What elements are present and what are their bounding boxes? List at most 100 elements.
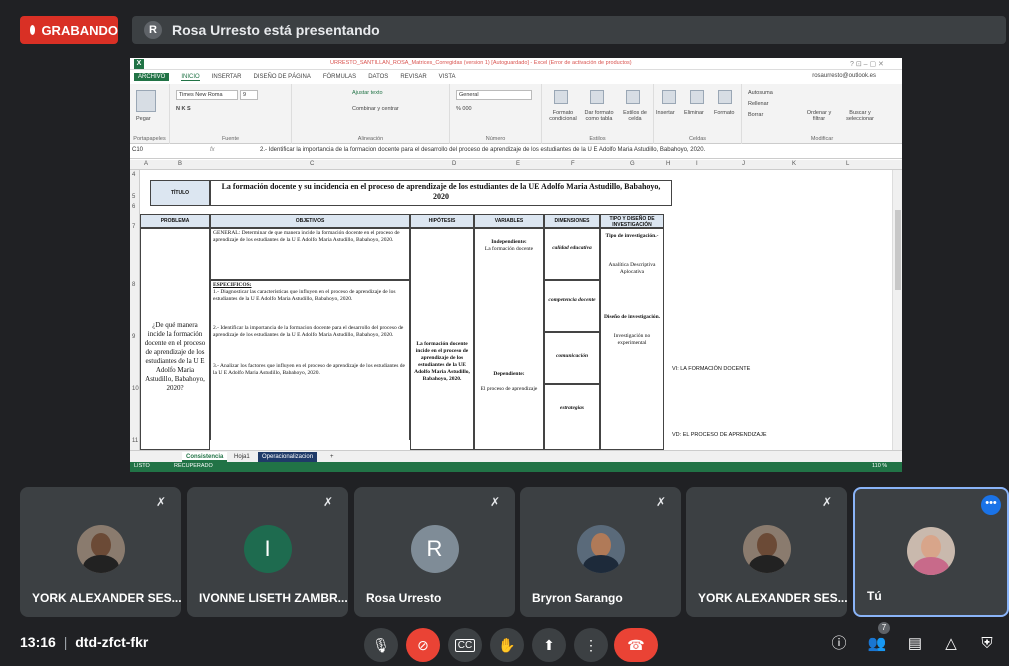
host-controls-icon[interactable]: ⛨ bbox=[976, 633, 998, 655]
people-icon[interactable]: 👥 bbox=[866, 633, 888, 655]
fx-icon[interactable]: fx bbox=[210, 147, 215, 153]
header-problema[interactable]: PROBLEMA bbox=[140, 214, 210, 228]
find-select-button[interactable]: Buscar y seleccionar bbox=[838, 110, 882, 122]
col-header[interactable]: B bbox=[178, 161, 182, 167]
cell-dimension-4[interactable]: estrategias bbox=[544, 384, 600, 450]
format-cells-icon[interactable] bbox=[718, 90, 732, 104]
leave-call-button[interactable]: ☎ bbox=[614, 628, 658, 662]
col-header[interactable]: K bbox=[792, 161, 796, 167]
col-header[interactable]: J bbox=[742, 161, 745, 167]
add-sheet-button[interactable]: + bbox=[326, 452, 338, 462]
cell-objetivo-general[interactable]: GENERAL: Determinar de que manera incide… bbox=[210, 228, 410, 280]
sort-filter-button[interactable]: Ordenar y filtrar bbox=[804, 110, 834, 122]
number-format-select[interactable]: General bbox=[456, 90, 532, 100]
clear-button[interactable]: Borrar bbox=[748, 112, 763, 118]
cell-styles-label[interactable]: Estilos de celda bbox=[618, 110, 652, 122]
cell-dimension-1[interactable]: calidad educativa bbox=[544, 228, 600, 280]
tab-operacionalizacion[interactable]: Operacionalizacion bbox=[258, 452, 318, 462]
header-variables[interactable]: VARIABLES bbox=[474, 214, 544, 228]
row-header[interactable]: 7 bbox=[132, 224, 135, 230]
recording-badge[interactable]: GRABANDO bbox=[20, 16, 118, 44]
font-size-select[interactable]: 9 bbox=[240, 90, 258, 100]
microphone-button[interactable]: 🎙 bbox=[364, 628, 398, 662]
format-table-icon[interactable] bbox=[590, 90, 604, 104]
camera-button[interactable]: ⊘ bbox=[406, 628, 440, 662]
row-header[interactable]: 11 bbox=[132, 438, 138, 444]
insert-cells-label[interactable]: Insertar bbox=[656, 110, 675, 116]
row-header[interactable]: 5 bbox=[132, 194, 135, 200]
cell-tipo-diseno[interactable]: Tipo de investigación.- Analítica Descri… bbox=[600, 228, 664, 450]
chat-icon[interactable]: ▤ bbox=[904, 633, 926, 655]
present-button[interactable]: ⬆ bbox=[532, 628, 566, 662]
merge-center-button[interactable]: Combinar y centrar bbox=[352, 106, 399, 112]
paste-icon[interactable] bbox=[136, 90, 156, 112]
delete-cells-label[interactable]: Eliminar bbox=[684, 110, 704, 116]
header-objetivos[interactable]: OBJETIVOS bbox=[210, 214, 410, 228]
conditional-format-label[interactable]: Formato condicional bbox=[544, 110, 582, 122]
col-header[interactable]: G bbox=[630, 161, 635, 167]
zoom-level[interactable]: 110 % bbox=[872, 463, 887, 469]
row-header[interactable]: 10 bbox=[132, 386, 139, 392]
scroll-thumb[interactable] bbox=[895, 210, 901, 290]
col-header[interactable]: D bbox=[452, 161, 456, 167]
menu-archivo[interactable]: ARCHIVO bbox=[134, 73, 170, 81]
formula-input[interactable]: 2.- Identificar la importancia de la for… bbox=[260, 147, 705, 153]
col-header[interactable]: E bbox=[516, 161, 520, 167]
cell-problema[interactable]: ¿De qué manera incide la formación docen… bbox=[140, 228, 210, 450]
col-header[interactable]: L bbox=[846, 161, 849, 167]
cell-titulo-label[interactable]: TÍTULO bbox=[150, 180, 210, 206]
percent-buttons[interactable]: % 000 bbox=[456, 106, 472, 112]
cell-dimension-3[interactable]: comunicación bbox=[544, 332, 600, 384]
info-icon[interactable]: ⓘ bbox=[828, 633, 850, 655]
conditional-format-icon[interactable] bbox=[554, 90, 568, 104]
vertical-scrollbar[interactable] bbox=[892, 170, 902, 450]
insert-cells-icon[interactable] bbox=[662, 90, 676, 104]
header-hipotesis[interactable]: HIPÓTESIS bbox=[410, 214, 474, 228]
col-header[interactable]: H bbox=[666, 161, 670, 167]
participant-tile[interactable]: ✗ R Rosa Urresto bbox=[354, 487, 515, 617]
raise-hand-button[interactable]: ✋ bbox=[490, 628, 524, 662]
font-name-select[interactable]: Times New Roma bbox=[176, 90, 238, 100]
fill-button[interactable]: Rellenar bbox=[748, 101, 768, 107]
cell-hipotesis[interactable]: La formación docente incide en el proces… bbox=[410, 228, 474, 450]
vi-note[interactable]: VI: LA FORMACIÓN DOCENTE bbox=[672, 366, 750, 372]
more-options-icon[interactable]: ••• bbox=[981, 495, 1001, 515]
col-header[interactable]: A bbox=[144, 161, 148, 167]
col-header[interactable]: F bbox=[571, 161, 575, 167]
header-tipo-diseno[interactable]: TIPO Y DISEÑO DE INVESTIGACIÓN bbox=[600, 214, 664, 228]
menu-revisar[interactable]: REVISAR bbox=[400, 74, 426, 80]
participant-tile[interactable]: ✗ YORK ALEXANDER SES... bbox=[20, 487, 181, 617]
format-table-label[interactable]: Dar formato como tabla bbox=[582, 110, 616, 122]
autosum-button[interactable]: Autosuma bbox=[748, 90, 773, 96]
participant-tile[interactable]: ✗ I IVONNE LISETH ZAMBR... bbox=[187, 487, 348, 617]
col-header[interactable]: C bbox=[310, 161, 314, 167]
cell-variables[interactable]: Independiente: La formación docente Depe… bbox=[474, 228, 544, 450]
name-box[interactable]: C10 bbox=[132, 147, 182, 157]
menu-insertar[interactable]: INSERTAR bbox=[212, 74, 242, 80]
captions-button[interactable]: CC bbox=[448, 628, 482, 662]
row-header[interactable]: 8 bbox=[132, 282, 135, 288]
self-tile[interactable]: ••• Tú bbox=[853, 487, 1009, 617]
activities-icon[interactable]: △ bbox=[940, 633, 962, 655]
participant-tile[interactable]: ✗ Bryron Sarango bbox=[520, 487, 681, 617]
paste-label[interactable]: Pegar bbox=[136, 116, 151, 122]
window-controls[interactable]: ? ⊡ – ▢ ✕ bbox=[850, 60, 884, 68]
menu-formulas[interactable]: FÓRMULAS bbox=[323, 74, 356, 80]
font-style-buttons[interactable]: N K S bbox=[176, 106, 191, 112]
cell-titulo[interactable]: La formación docente y su incidencia en … bbox=[210, 180, 672, 206]
menu-inicio[interactable]: INICIO bbox=[181, 74, 200, 81]
cell-dimension-2[interactable]: competencia docente bbox=[544, 280, 600, 332]
header-dimensiones[interactable]: DIMENSIONES bbox=[544, 214, 600, 228]
cell-objetivos-especificos[interactable]: ESPECIFICOS: 1.- Diagnosticar las caract… bbox=[210, 280, 410, 440]
participant-tile[interactable]: ✗ YORK ALEXANDER SES... bbox=[686, 487, 847, 617]
row-header[interactable]: 9 bbox=[132, 334, 135, 340]
row-header[interactable]: 4 bbox=[132, 172, 135, 178]
tab-consistencia[interactable]: Consistencia bbox=[182, 452, 228, 462]
menu-datos[interactable]: DATOS bbox=[368, 74, 388, 80]
delete-cells-icon[interactable] bbox=[690, 90, 704, 104]
tab-hoja1[interactable]: Hoja1 bbox=[230, 452, 254, 462]
account-email[interactable]: rosaurresto@outlook.es bbox=[812, 73, 876, 79]
menu-diseno[interactable]: DISEÑO DE PÁGINA bbox=[253, 74, 310, 80]
more-options-button[interactable]: ⋮ bbox=[574, 628, 608, 662]
row-header[interactable]: 6 bbox=[132, 204, 135, 210]
